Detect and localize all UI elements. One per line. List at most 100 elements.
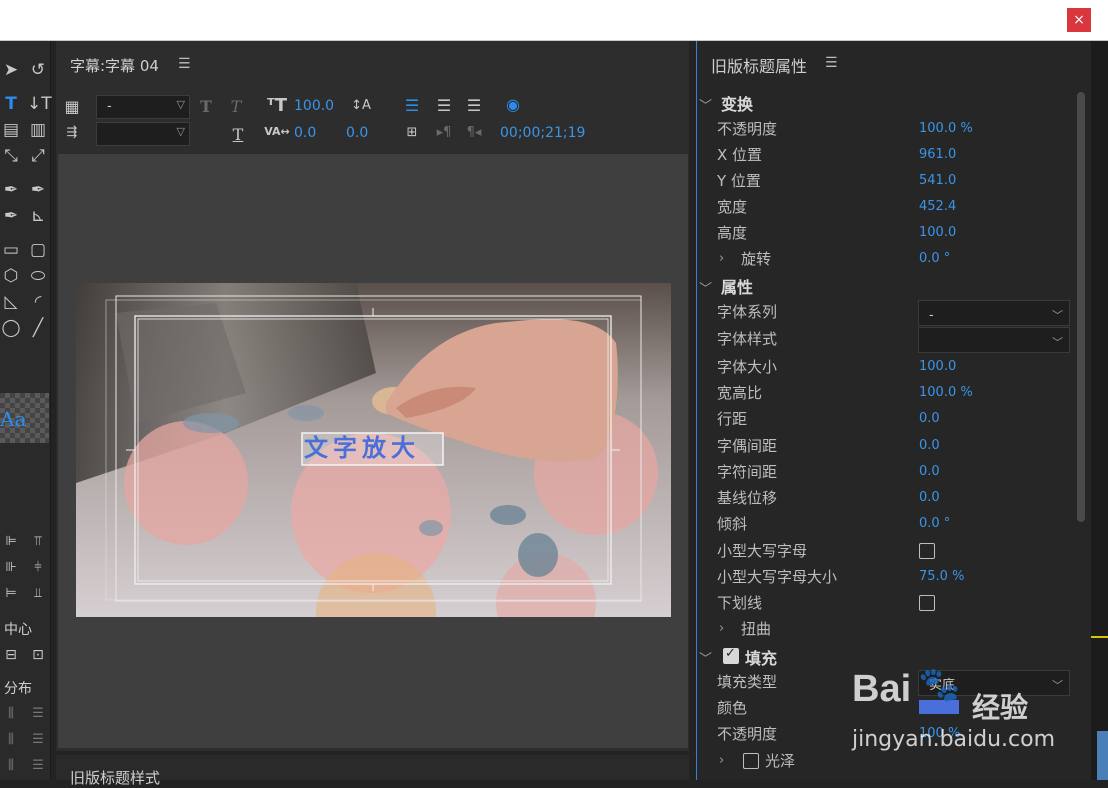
area-type-tool-icon[interactable]: ▤ bbox=[0, 119, 22, 141]
fill-checkbox[interactable] bbox=[723, 646, 739, 664]
width-value[interactable]: 452.4 bbox=[919, 195, 956, 219]
align-buttons-group[interactable]: ⊫ ⫪ ⊪ ⫩ ⊨ ⫫ bbox=[0, 531, 50, 621]
align-left-text-icon[interactable]: ☰ bbox=[402, 96, 422, 116]
align-right-icon[interactable]: ⊨ bbox=[0, 583, 22, 605]
ellipse-tool-icon[interactable]: ◯ bbox=[0, 317, 22, 339]
tracking-value[interactable]: 0.0 bbox=[919, 460, 940, 484]
align-bottom-icon[interactable]: ⫫ bbox=[27, 583, 49, 605]
chevron-right-icon[interactable]: › bbox=[719, 247, 724, 271]
align-left-icon[interactable]: ⊫ bbox=[0, 531, 22, 553]
y-position-value[interactable]: 541.0 bbox=[919, 169, 956, 193]
kerning-value[interactable]: 0.0 bbox=[294, 125, 316, 141]
small-caps-size-value[interactable]: 75.0 % bbox=[919, 565, 964, 589]
distribute-top-icon[interactable]: ☰ bbox=[27, 703, 49, 725]
center-vertical-icon[interactable]: ⊡ bbox=[27, 644, 49, 666]
attributes-section[interactable]: 属性 bbox=[721, 274, 753, 298]
font-family-select[interactable]: - ﹀ bbox=[918, 300, 1070, 326]
kerning-value[interactable]: 0.0 bbox=[919, 434, 940, 458]
x-position-value[interactable]: 961.0 bbox=[919, 143, 956, 167]
slant-row: 倾斜 0.0 ° bbox=[697, 512, 1077, 536]
new-title-icon[interactable]: ▦ bbox=[62, 97, 82, 117]
vertical-path-type-tool-icon[interactable]: ⤢ bbox=[27, 145, 49, 167]
sheen-row[interactable]: › 光泽 bbox=[697, 749, 1077, 773]
roll-crawl-icon[interactable]: ▸¶ bbox=[434, 123, 454, 143]
align-vcenter-icon[interactable]: ⫩ bbox=[27, 557, 49, 579]
sheen-checkbox[interactable] bbox=[743, 753, 759, 769]
arc-tool-icon[interactable]: ◜ bbox=[27, 291, 49, 313]
delete-anchor-tool-icon[interactable]: ✒ bbox=[0, 205, 22, 227]
playhead-marker bbox=[1091, 636, 1108, 638]
leading-value[interactable]: 0.0 bbox=[919, 407, 940, 431]
small-caps-checkbox[interactable] bbox=[919, 543, 935, 559]
distribute-buttons-group[interactable]: ⫼ ☰ ⫼ ☰ ⫼ ☰ bbox=[0, 703, 50, 780]
y-position-label: Y 位置 bbox=[717, 172, 761, 190]
paragraph-icon[interactable]: ¶◂ bbox=[464, 123, 484, 143]
clipped-rectangle-tool-icon[interactable]: ⬡ bbox=[0, 265, 22, 287]
line-tool-icon[interactable]: ╱ bbox=[27, 317, 49, 339]
chevron-down-icon[interactable]: ﹀ bbox=[699, 95, 712, 114]
chevron-down-icon[interactable]: ﹀ bbox=[699, 648, 712, 667]
align-center-text-icon[interactable]: ☰ bbox=[434, 96, 454, 116]
distort-row[interactable]: › 扭曲 bbox=[697, 617, 1077, 641]
distribute-left-icon[interactable]: ⫼ bbox=[0, 703, 22, 725]
distribute-middle-icon[interactable]: ☰ bbox=[27, 729, 49, 751]
fill-section[interactable]: 填充 bbox=[745, 645, 777, 669]
font-family-dropdown[interactable]: - ▽ bbox=[96, 95, 190, 119]
chevron-down-icon[interactable]: ﹀ bbox=[699, 278, 712, 297]
align-right-text-icon[interactable]: ☰ bbox=[464, 96, 484, 116]
rotation-row[interactable]: › 旋转 0.0 ° bbox=[697, 247, 1077, 271]
font-style-select[interactable]: ﹀ bbox=[918, 327, 1070, 353]
kerning-icon: VA↔ bbox=[264, 125, 290, 138]
window-titlebar bbox=[0, 0, 1108, 41]
properties-scrollbar[interactable] bbox=[1077, 92, 1085, 522]
tab-ruler-icon[interactable]: ⊞ bbox=[402, 123, 422, 143]
chevron-right-icon[interactable]: › bbox=[719, 749, 724, 773]
font-size-value[interactable]: 100.0 bbox=[919, 355, 956, 379]
add-anchor-tool-icon[interactable]: ✒ bbox=[27, 179, 49, 201]
slant-value[interactable]: 0.0 ° bbox=[919, 512, 950, 536]
underline-checkbox[interactable] bbox=[919, 595, 935, 611]
hamburger-icon[interactable]: ☰ bbox=[825, 55, 838, 71]
type-tool-icon[interactable]: T bbox=[0, 93, 22, 115]
font-style-dropdown[interactable]: ▽ bbox=[96, 122, 190, 146]
align-hcenter-icon[interactable]: ⊪ bbox=[0, 557, 22, 579]
align-top-icon[interactable]: ⫪ bbox=[27, 531, 49, 553]
aspect-value[interactable]: 100.0 % bbox=[919, 381, 973, 405]
style-swatch[interactable]: Aa bbox=[0, 393, 49, 443]
vertical-type-tool-icon[interactable]: ↓T bbox=[27, 93, 52, 115]
hamburger-icon[interactable]: ☰ bbox=[178, 56, 191, 72]
pen-tool-icon[interactable]: ✒ bbox=[0, 179, 22, 201]
rotation-value[interactable]: 0.0 ° bbox=[919, 247, 950, 271]
canvas-title-text[interactable]: 文字放大 bbox=[304, 433, 444, 463]
rotation-tool-icon[interactable]: ↺ bbox=[27, 59, 49, 81]
rectangle-tool-icon[interactable]: ▭ bbox=[0, 239, 22, 261]
distribute-center-icon[interactable]: ⫼ bbox=[0, 729, 22, 751]
timecode[interactable]: 00;00;21;19 bbox=[500, 125, 585, 141]
transform-section[interactable]: 变换 bbox=[721, 91, 753, 115]
distribute-right-icon[interactable]: ⫼ bbox=[0, 755, 22, 777]
italic-icon[interactable]: T bbox=[226, 97, 246, 117]
distort-label: 扭曲 bbox=[741, 620, 772, 638]
center-horizontal-icon[interactable]: ⊟ bbox=[0, 644, 22, 666]
convert-anchor-tool-icon[interactable]: ⊾ bbox=[27, 205, 49, 227]
opacity-value[interactable]: 100.0 % bbox=[919, 117, 973, 141]
baseline-value[interactable]: 0.0 bbox=[919, 486, 940, 510]
rounded-rectangle-tool-icon[interactable]: ▢ bbox=[27, 239, 49, 261]
vertical-area-type-tool-icon[interactable]: ▥ bbox=[27, 119, 49, 141]
rounded-corner-tool-icon[interactable]: ⬭ bbox=[27, 265, 49, 287]
distribute-bottom-icon[interactable]: ☰ bbox=[27, 755, 49, 777]
height-value[interactable]: 100.0 bbox=[919, 221, 956, 245]
close-button[interactable]: × bbox=[1067, 8, 1091, 32]
bold-icon[interactable]: T bbox=[196, 97, 216, 117]
font-style-row: 字体样式 ﹀ bbox=[697, 327, 1077, 353]
selection-tool-icon[interactable]: ➤ bbox=[0, 59, 22, 81]
tracking-value[interactable]: 0.0 bbox=[346, 125, 368, 141]
path-type-tool-icon[interactable]: ⤡ bbox=[0, 145, 22, 167]
underline-icon[interactable]: T bbox=[228, 125, 248, 145]
chevron-right-icon[interactable]: › bbox=[719, 617, 724, 641]
x-position-row: X 位置 961.0 bbox=[697, 143, 1077, 167]
tab-stops-icon[interactable]: ⇶ bbox=[62, 123, 82, 143]
wedge-tool-icon[interactable]: ◺ bbox=[0, 291, 22, 313]
font-size-value[interactable]: 100.0 bbox=[294, 98, 334, 114]
show-background-video-icon[interactable]: ◉ bbox=[502, 95, 524, 115]
